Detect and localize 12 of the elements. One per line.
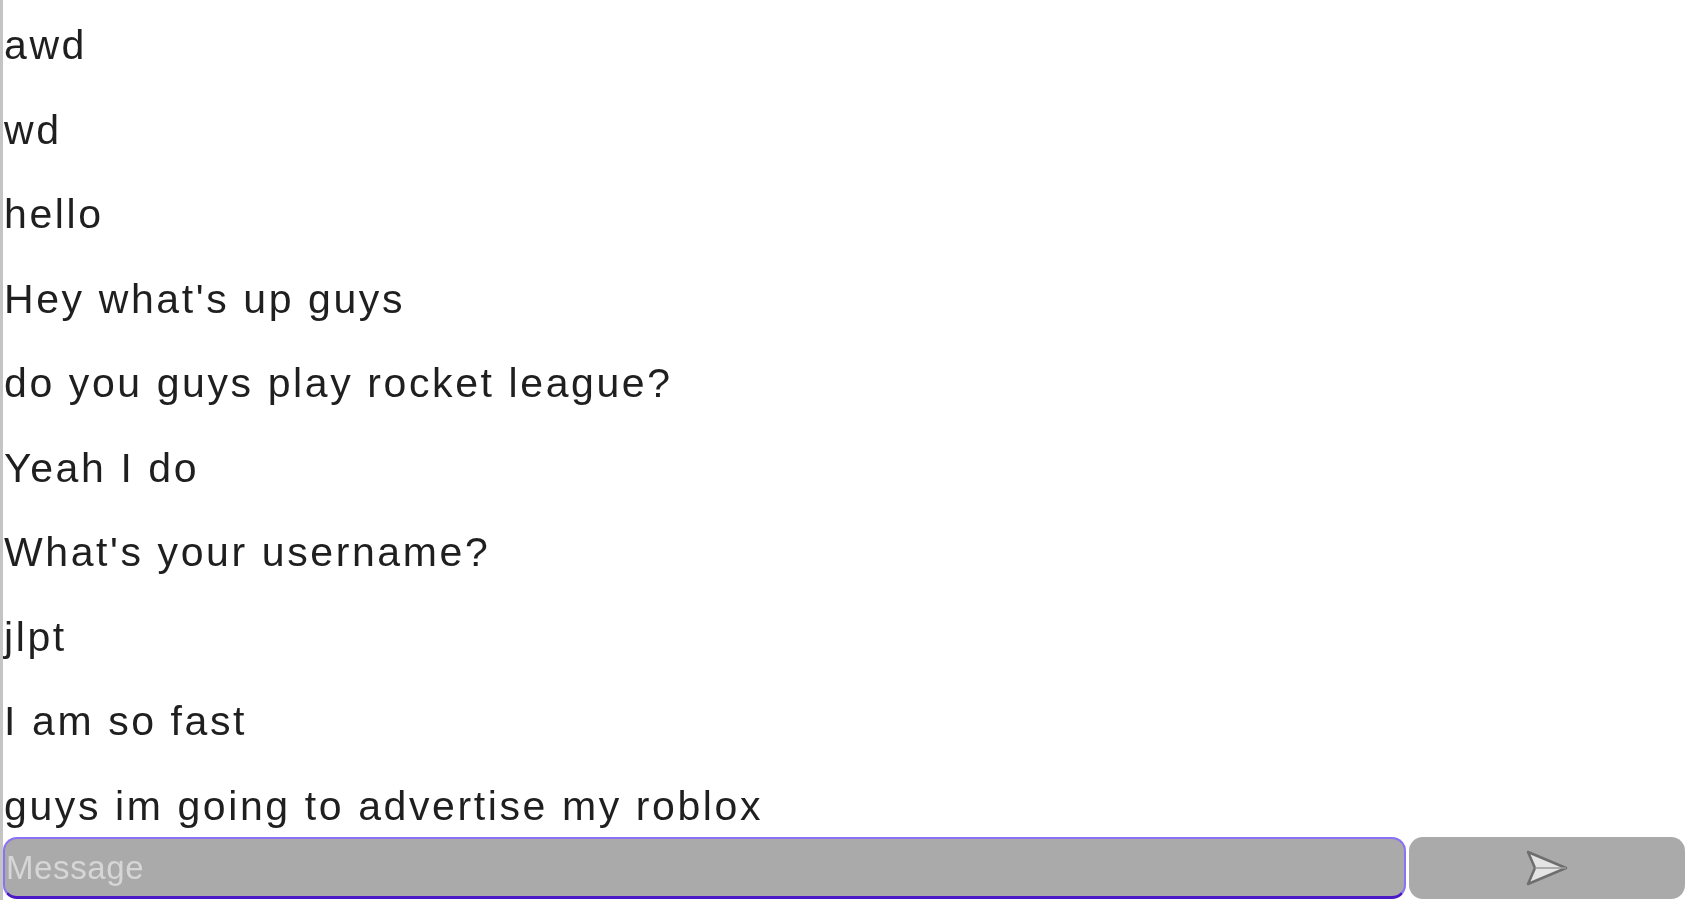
chat-message: I am so fast — [4, 697, 248, 745]
chat-message: What's your username? — [4, 528, 491, 576]
chat-message: wd — [4, 105, 62, 154]
chat-message: hello — [4, 190, 104, 238]
chat-message: awd — [4, 21, 87, 69]
chat-message: guys im going to advertise my roblox — [4, 781, 763, 830]
chat-message: Hey what's up guys — [4, 274, 406, 323]
send-button[interactable] — [1409, 837, 1685, 899]
chat-message: do you guys play rocket league? — [4, 359, 673, 407]
chat-message: Yeah I do — [4, 443, 200, 492]
send-icon — [1526, 850, 1568, 886]
chat-message: jlpt — [4, 612, 67, 661]
